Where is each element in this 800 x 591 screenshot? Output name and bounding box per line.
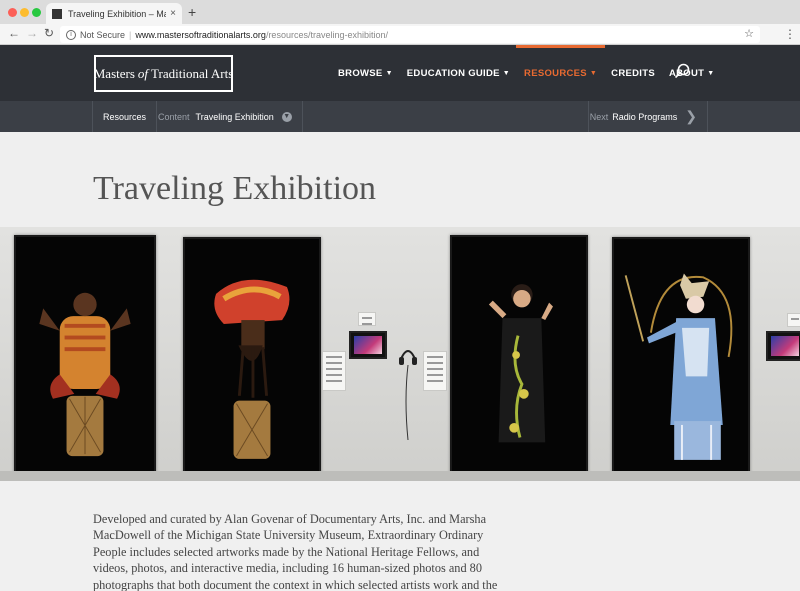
logo-text-traditional-arts: Traditional Arts [151,65,234,81]
next-label: Next [589,111,609,122]
browser-tab[interactable]: Traveling Exhibition – Masters × [46,3,182,24]
security-label: Not Secure [80,29,126,40]
new-tab-button[interactable]: + [188,4,196,20]
chevron-down-icon: ▼ [281,111,292,122]
logo-text-masters: Masters [93,65,135,81]
nav-label: EDUCATION GUIDE [406,67,500,79]
caret-down-icon: ▼ [502,69,511,77]
exhibit-panel-singer [450,235,588,475]
exhibit-panel-dancer [183,237,321,475]
next-value: Radio Programs [612,111,678,122]
tab-title: Traveling Exhibition – Masters [68,8,166,19]
nav-label: CREDITS [611,67,655,79]
video-screen [349,331,387,359]
browser-toolbar: ← → ↻ i Not Secure | www.mastersoftradit… [0,24,800,45]
chevron-right-icon: ❯ [685,108,697,124]
url-host: www.mastersoftraditionalarts.org [135,29,266,40]
search-icon[interactable] [674,63,690,79]
wall-label [423,351,447,391]
sub-navigation: Resources Content Traveling Exhibition ▼… [0,101,800,132]
window-minimize-button[interactable] [20,8,29,17]
video-screen-image [354,336,382,354]
caret-down-icon: ▼ [707,69,715,77]
next-link[interactable]: Next Radio Programs ❯ [588,101,708,132]
window-close-button[interactable] [8,8,17,17]
main-nav: BROWSE ▼ EDUCATION GUIDE ▼ RESOURCES ▼ CRED… [338,45,728,101]
exhibit-panel-opera [612,237,750,475]
title-band: Traveling Exhibition [0,132,800,227]
video-screen [766,331,800,361]
dancer-figure [214,279,290,459]
wall-label [787,313,800,327]
headphones-icon [399,350,417,441]
exhibition-photo [0,227,800,481]
reload-icon[interactable]: ↻ [44,26,54,40]
star-icon[interactable]: ☆ [744,27,754,40]
menu-kebab-icon[interactable]: ⋮ [784,27,796,41]
favicon-icon [52,8,62,19]
opera-figure [624,273,733,460]
window-zoom-button[interactable] [32,8,41,17]
wall-label [358,312,376,326]
nav-label: BROWSE [338,67,383,79]
content-value: Traveling Exhibition [195,111,274,122]
content-section: Developed and curated by Alan Govenar of… [0,481,800,591]
nav-item-credits[interactable]: CREDITS [611,45,655,101]
content-dropdown[interactable]: Content Traveling Exhibition ▼ [148,101,303,132]
video-screen-image [771,336,799,356]
browser-tab-bar: Traveling Exhibition – Masters × + [0,0,800,24]
exhibit-panel-drummer [14,235,156,475]
forward-arrow-icon[interactable]: → [26,26,38,40]
url-path: /resources/traveling-exhibition/ [265,29,388,40]
drummer-figure [39,292,131,457]
info-icon[interactable]: i [66,29,76,40]
body-paragraph: Developed and curated by Alan Govenar of… [93,512,498,591]
back-arrow-icon[interactable]: ← [8,26,20,40]
caret-down-icon: ▼ [589,69,598,77]
nav-label: RESOURCES [524,67,587,79]
nav-item-browse[interactable]: BROWSE ▼ [338,45,393,101]
logo-text-of: of [137,65,149,81]
tab-close-icon[interactable]: × [170,8,176,19]
nav-item-resources[interactable]: RESOURCES ▼ [516,45,606,101]
gallery-floor [0,471,800,481]
page-title: Traveling Exhibition [93,170,377,207]
nav-item-education-guide[interactable]: EDUCATION GUIDE ▼ [407,45,510,101]
site-header: Masters of Traditional Arts BROWSE ▼ EDUC… [0,45,800,101]
divider: | [129,29,132,40]
wall-label [322,351,346,391]
singer-figure [488,284,553,443]
address-bar[interactable]: i Not Secure | www.mastersoftraditionala… [60,26,760,43]
site-logo[interactable]: Masters of Traditional Arts [94,55,233,92]
caret-down-icon: ▼ [385,69,393,77]
content-label: Content [158,111,190,122]
